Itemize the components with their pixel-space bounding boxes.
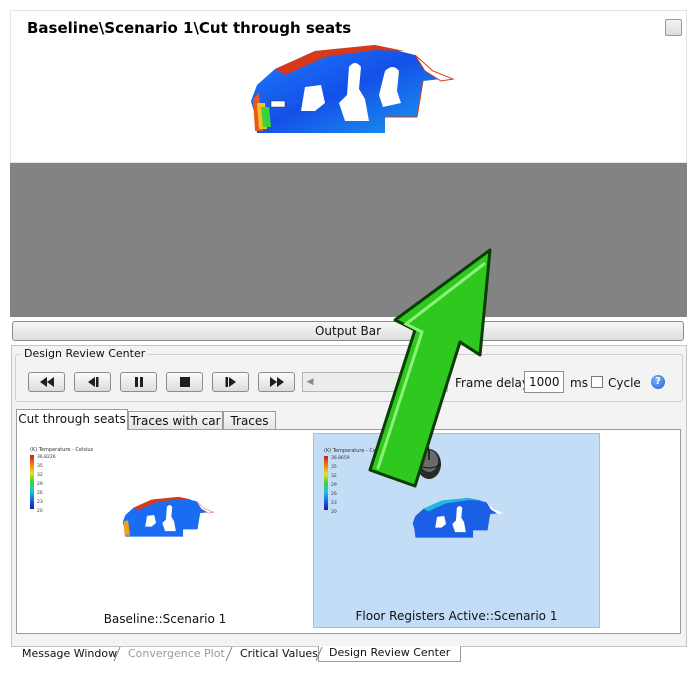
ms-label: ms xyxy=(570,376,588,390)
frame-delay-input[interactable]: 1000 xyxy=(524,371,564,393)
tab-traces-with-car[interactable]: Traces with car xyxy=(128,411,223,430)
stop-icon xyxy=(179,377,190,387)
rewind-icon xyxy=(39,377,54,387)
fast-forward-icon xyxy=(269,377,284,387)
group-label: Design Review Center xyxy=(21,347,149,360)
thumbnail-label: Floor Registers Active::Scenario 1 xyxy=(355,609,558,623)
slider-left-arrow-icon[interactable]: ◀ xyxy=(303,373,317,391)
tab-design-review-center[interactable]: Design Review Center xyxy=(318,646,462,662)
tab-traces[interactable]: Traces xyxy=(223,411,276,430)
help-icon[interactable]: ? xyxy=(651,375,665,389)
thumbnail-label: Baseline::Scenario 1 xyxy=(103,612,227,626)
color-legend-bar xyxy=(324,456,328,510)
car-cut-image xyxy=(251,45,455,133)
legend-ticks: 36.8659 35 32 29 26 23 20 xyxy=(331,456,350,515)
step-forward-button[interactable] xyxy=(212,372,249,392)
pause-icon xyxy=(134,377,143,387)
cycle-checkbox[interactable] xyxy=(591,376,603,388)
tab-separators xyxy=(113,646,323,662)
rewind-button[interactable] xyxy=(28,372,65,392)
cut-view-panel[interactable]: Baseline\Scenario 1\Cut through seats xyxy=(10,10,687,163)
step-back-button[interactable] xyxy=(74,372,111,392)
legend-ticks: 36.8226 35 32 29 26 23 20 xyxy=(37,455,56,514)
view-title: Baseline\Scenario 1\Cut through seats xyxy=(27,19,352,37)
fast-forward-button[interactable] xyxy=(258,372,295,392)
step-forward-icon xyxy=(225,377,236,387)
pause-button[interactable] xyxy=(120,372,157,392)
view-toggle-checkbox[interactable] xyxy=(665,19,682,36)
thumbnail-baseline[interactable]: (K) Temperature - Celsius 36.8226 35 32 … xyxy=(20,433,310,630)
tab-cut-through-seats[interactable]: Cut through seats xyxy=(16,409,128,430)
car-thumbnail-image xyxy=(412,497,504,538)
output-bar-button[interactable]: Output Bar xyxy=(12,321,684,341)
car-thumbnail-image xyxy=(122,496,215,537)
cycle-label: Cycle xyxy=(608,376,641,390)
step-back-icon xyxy=(87,377,98,387)
viewport-area[interactable] xyxy=(10,163,687,317)
color-legend-bar xyxy=(30,455,34,509)
green-arrow-icon xyxy=(368,248,492,488)
stop-button[interactable] xyxy=(166,372,203,392)
